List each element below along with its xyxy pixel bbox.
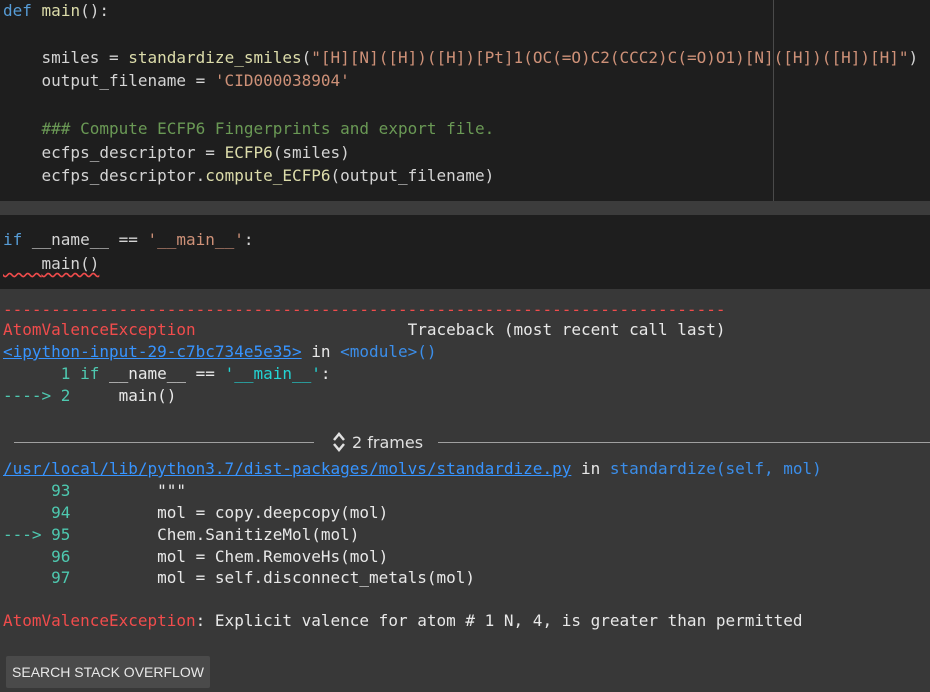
code-line-def-main: def main(): bbox=[3, 0, 109, 22]
keyword-def: def bbox=[3, 1, 32, 20]
traceback-line-2: ----> 2 main() bbox=[3, 385, 176, 407]
source-line: 96 mol = Chem.RemoveHs(mol) bbox=[3, 546, 388, 568]
code-text: in bbox=[571, 459, 610, 478]
exception-name: AtomValenceException bbox=[3, 320, 196, 339]
filename-string: 'CID000038904' bbox=[214, 71, 350, 90]
search-stack-overflow-button[interactable]: SEARCH STACK OVERFLOW bbox=[6, 656, 210, 688]
code-cell-2[interactable]: if __name__ == '__main__': main() bbox=[0, 215, 930, 289]
function-name: main bbox=[41, 1, 81, 20]
code-comment: ### Compute ECFP6 Fingerprints and expor… bbox=[3, 119, 495, 138]
code-line-if-main: if __name__ == '__main__': bbox=[3, 229, 253, 251]
code-text: ecfps_descriptor. bbox=[3, 166, 206, 185]
source-file-link[interactable]: /usr/local/lib/python3.7/dist-packages/m… bbox=[3, 459, 571, 478]
traceback-header: AtomValenceException Traceback (most rec… bbox=[3, 319, 725, 341]
code-text: __name__ == bbox=[22, 230, 148, 249]
source-line: 93 """ bbox=[3, 480, 186, 502]
cell-separator bbox=[0, 201, 930, 215]
operator: == bbox=[195, 364, 215, 383]
code-text: mol = Chem.RemoveHs(mol) bbox=[80, 547, 389, 566]
frames-toggle[interactable]: 2 frames bbox=[332, 430, 423, 454]
smiles-string: "[H][N]([H])([H])[Pt]1(OC(=O)C2(CCC2)C(=… bbox=[311, 48, 909, 67]
current-line-arrow: ---> 95 bbox=[3, 525, 81, 544]
code-text: ) bbox=[908, 48, 919, 67]
function-call: standardize_smiles bbox=[128, 48, 302, 67]
code-text: """ bbox=[80, 481, 187, 500]
source-line: 94 mol = copy.deepcopy(mol) bbox=[3, 502, 388, 524]
main-string: '__main__' bbox=[224, 364, 321, 383]
code-line-main-call: main() bbox=[3, 253, 100, 275]
code-text: : bbox=[243, 230, 254, 249]
method-call: compute_ECFP6 bbox=[205, 166, 331, 185]
module-name: <module>() bbox=[340, 342, 437, 361]
keyword-if: if bbox=[80, 364, 100, 383]
frames-count: 2 frames bbox=[352, 432, 424, 452]
expand-collapse-icon bbox=[333, 432, 345, 452]
keyword-if: if bbox=[3, 230, 23, 249]
function-signature: standardize(self, mol) bbox=[609, 459, 822, 478]
line-number: 97 bbox=[3, 568, 81, 587]
code-text: ( bbox=[301, 48, 312, 67]
current-line-arrow: ----> 2 bbox=[3, 386, 81, 405]
code-text: mol = copy.deepcopy(mol) bbox=[80, 503, 389, 522]
code-line-smiles: smiles = standardize_smiles("[H][N]([H])… bbox=[3, 47, 919, 69]
line-number: 1 bbox=[3, 364, 81, 383]
line-number: 94 bbox=[3, 503, 81, 522]
source-line: 97 mol = self.disconnect_metals(mol) bbox=[3, 567, 475, 589]
line-length-ruler bbox=[773, 0, 774, 201]
code-text: (output_filename) bbox=[330, 166, 495, 185]
code-cell-1[interactable]: def main(): smiles = standardize_smiles(… bbox=[0, 0, 930, 201]
line-number: 93 bbox=[3, 481, 81, 500]
code-text: Chem.SanitizeMol(mol) bbox=[80, 525, 360, 544]
code-text: : bbox=[320, 364, 331, 383]
code-line-compute: ecfps_descriptor.compute_ECFP6(output_fi… bbox=[3, 165, 495, 187]
traceback-label: Traceback (most recent call last) bbox=[407, 320, 726, 339]
code-text: main() bbox=[80, 386, 177, 405]
source-line-current: ---> 95 Chem.SanitizeMol(mol) bbox=[3, 524, 359, 546]
code-text: smiles = bbox=[3, 48, 129, 67]
code-line-ecfps-descriptor: ecfps_descriptor = ECFP6(smiles) bbox=[3, 142, 350, 164]
main-call-error: main() bbox=[41, 254, 100, 273]
traceback-location-2: /usr/local/lib/python3.7/dist-packages/m… bbox=[3, 458, 822, 480]
code-text: mol = self.disconnect_metals(mol) bbox=[80, 568, 476, 587]
code-text: in bbox=[301, 342, 341, 361]
traceback-dashes: ----------------------------------------… bbox=[3, 300, 726, 319]
frames-divider-left bbox=[14, 442, 314, 443]
final-exception: AtomValenceException: Explicit valence f… bbox=[3, 610, 803, 632]
code-line-output-filename: output_filename = 'CID000038904' bbox=[3, 70, 350, 92]
code-text: ecfps_descriptor = bbox=[3, 143, 225, 162]
traceback-location-1: <ipython-input-29-c7bc734e5e35> in <modu… bbox=[3, 341, 436, 363]
frames-divider-right bbox=[438, 442, 930, 443]
line-number: 96 bbox=[3, 547, 81, 566]
code-text: (smiles) bbox=[272, 143, 350, 162]
ipython-input-link[interactable]: <ipython-input-29-c7bc734e5e35> bbox=[3, 342, 302, 361]
exception-message: : Explicit valence for atom # 1 N, 4, is… bbox=[195, 611, 803, 630]
main-string: '__main__' bbox=[147, 230, 244, 249]
traceback-line-1: 1 if __name__ == '__main__': bbox=[3, 363, 331, 385]
function-call: ECFP6 bbox=[224, 143, 273, 162]
code-text: output_filename = bbox=[3, 71, 215, 90]
exception-name: AtomValenceException bbox=[3, 611, 196, 630]
code-text: __name__ bbox=[99, 364, 196, 383]
code-text: (): bbox=[80, 1, 109, 20]
